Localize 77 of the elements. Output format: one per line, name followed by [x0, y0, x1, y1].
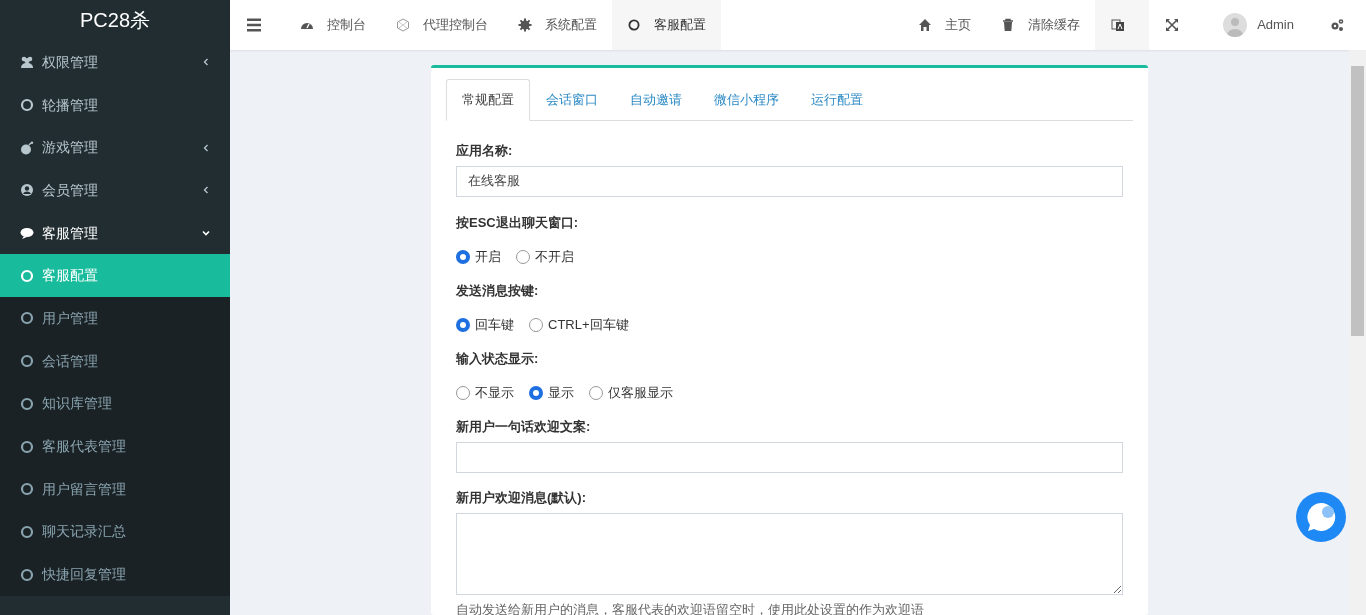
radio-option[interactable]: 不显示 [456, 384, 514, 401]
chevron-left-icon [202, 58, 210, 67]
sidebar-item[interactable]: 用户留言管理 [0, 467, 230, 511]
circle-icon [20, 354, 34, 369]
brand-title: PC28杀 [79, 8, 151, 33]
sidebar-item[interactable]: 轮播管理 [0, 83, 230, 127]
chat-bubble-icon [1305, 501, 1337, 533]
field-label: 按ESC退出聊天窗口: [456, 214, 580, 231]
menu-icon [247, 18, 261, 32]
circle-icon [20, 98, 34, 113]
field-label: 新用户一句话欢迎文案: [456, 418, 592, 435]
sidebar-item[interactable]: 会话管理 [0, 339, 230, 383]
field-label: 新用户欢迎消息(默认): [456, 489, 587, 506]
textarea-field[interactable] [456, 512, 1123, 595]
scrollbar-thumb[interactable] [1351, 66, 1364, 336]
scrollbar[interactable] [1349, 50, 1366, 615]
speech-bubble-icon [20, 226, 34, 241]
field-label: 应用名称: [456, 142, 514, 159]
radio-button[interactable] [456, 249, 470, 264]
chevron-left-icon [202, 186, 210, 195]
home-icon [918, 18, 933, 32]
radio-option[interactable]: 回车键 [456, 316, 514, 333]
nav-link[interactable]: 清除缓存 [986, 0, 1096, 50]
gear-icon [518, 18, 532, 32]
bomb-icon [20, 140, 34, 155]
field-label: 输入状态显示: [456, 350, 540, 367]
config-tab[interactable]: 自动邀请 [614, 79, 698, 121]
fullscreen-icon [1165, 18, 1180, 32]
field-label: 发送消息按键: [456, 282, 540, 299]
sidebar-group[interactable]: 会员管理 [0, 169, 230, 212]
nav-tab[interactable]: 系统配置 [503, 0, 612, 50]
radio-option[interactable]: 显示 [529, 384, 574, 401]
sidebar-group[interactable]: 权限管理 [0, 41, 230, 84]
hexagon-icon [396, 18, 410, 32]
config-tab[interactable]: 常规配置 [446, 79, 530, 121]
radio-button[interactable] [529, 385, 543, 400]
user-menu[interactable]: Admin [1203, 0, 1310, 50]
circle-icon [20, 439, 34, 454]
help-text: 自动发送给新用户的消息，客服代表的欢迎语留空时，使用此处设置的作为欢迎语 [456, 601, 925, 615]
radio-option[interactable]: 不开启 [516, 248, 574, 265]
config-tab[interactable]: 运行配置 [795, 79, 879, 121]
chevron-down-icon [202, 229, 210, 238]
users-icon [20, 55, 34, 70]
circle-icon [20, 396, 34, 411]
radio-option[interactable]: CTRL+回车键 [529, 316, 629, 333]
sidebar-group[interactable]: 客服管理 [0, 211, 230, 255]
circle-icon [20, 482, 34, 497]
sidebar-group[interactable]: 游戏管理 [0, 126, 230, 170]
input-field[interactable]: 在线客服 [456, 165, 1123, 197]
config-tab[interactable]: 微信小程序 [698, 79, 795, 121]
sidebar-item[interactable]: 客服代表管理 [0, 425, 230, 468]
sidebar-item[interactable]: 聊天记录汇总 [0, 510, 230, 554]
nav-tab[interactable]: 客服配置 [612, 0, 721, 50]
circle-icon [20, 311, 34, 326]
translate-icon [1111, 18, 1126, 32]
chevron-left-icon [202, 143, 210, 152]
nav-link[interactable]: 主页 [903, 0, 987, 50]
radio-option[interactable]: 开启 [456, 248, 501, 265]
avatar [1223, 13, 1248, 37]
nav-tab[interactable]: 控制台 [285, 0, 381, 50]
sidebar-item[interactable]: 知识库管理 [0, 382, 230, 426]
settings-icon [1330, 18, 1344, 32]
translate-button[interactable] [1095, 0, 1150, 50]
radio-button[interactable] [456, 317, 470, 332]
circle-icon [627, 18, 641, 32]
trash-icon [1001, 18, 1016, 32]
circle-icon [20, 524, 34, 539]
input-field[interactable] [456, 441, 1123, 473]
nav-tab[interactable]: 代理控制台 [381, 0, 503, 50]
config-tab[interactable]: 会话窗口 [530, 79, 614, 121]
chat-button[interactable] [1296, 492, 1346, 542]
circle-icon [20, 268, 34, 283]
circle-icon [20, 567, 34, 582]
sidebar-item[interactable]: 用户管理 [0, 297, 230, 340]
user-circle-icon [20, 183, 34, 198]
sidebar-item[interactable]: 快捷回复管理 [0, 553, 230, 596]
radio-option[interactable]: 仅客服显示 [589, 384, 673, 401]
